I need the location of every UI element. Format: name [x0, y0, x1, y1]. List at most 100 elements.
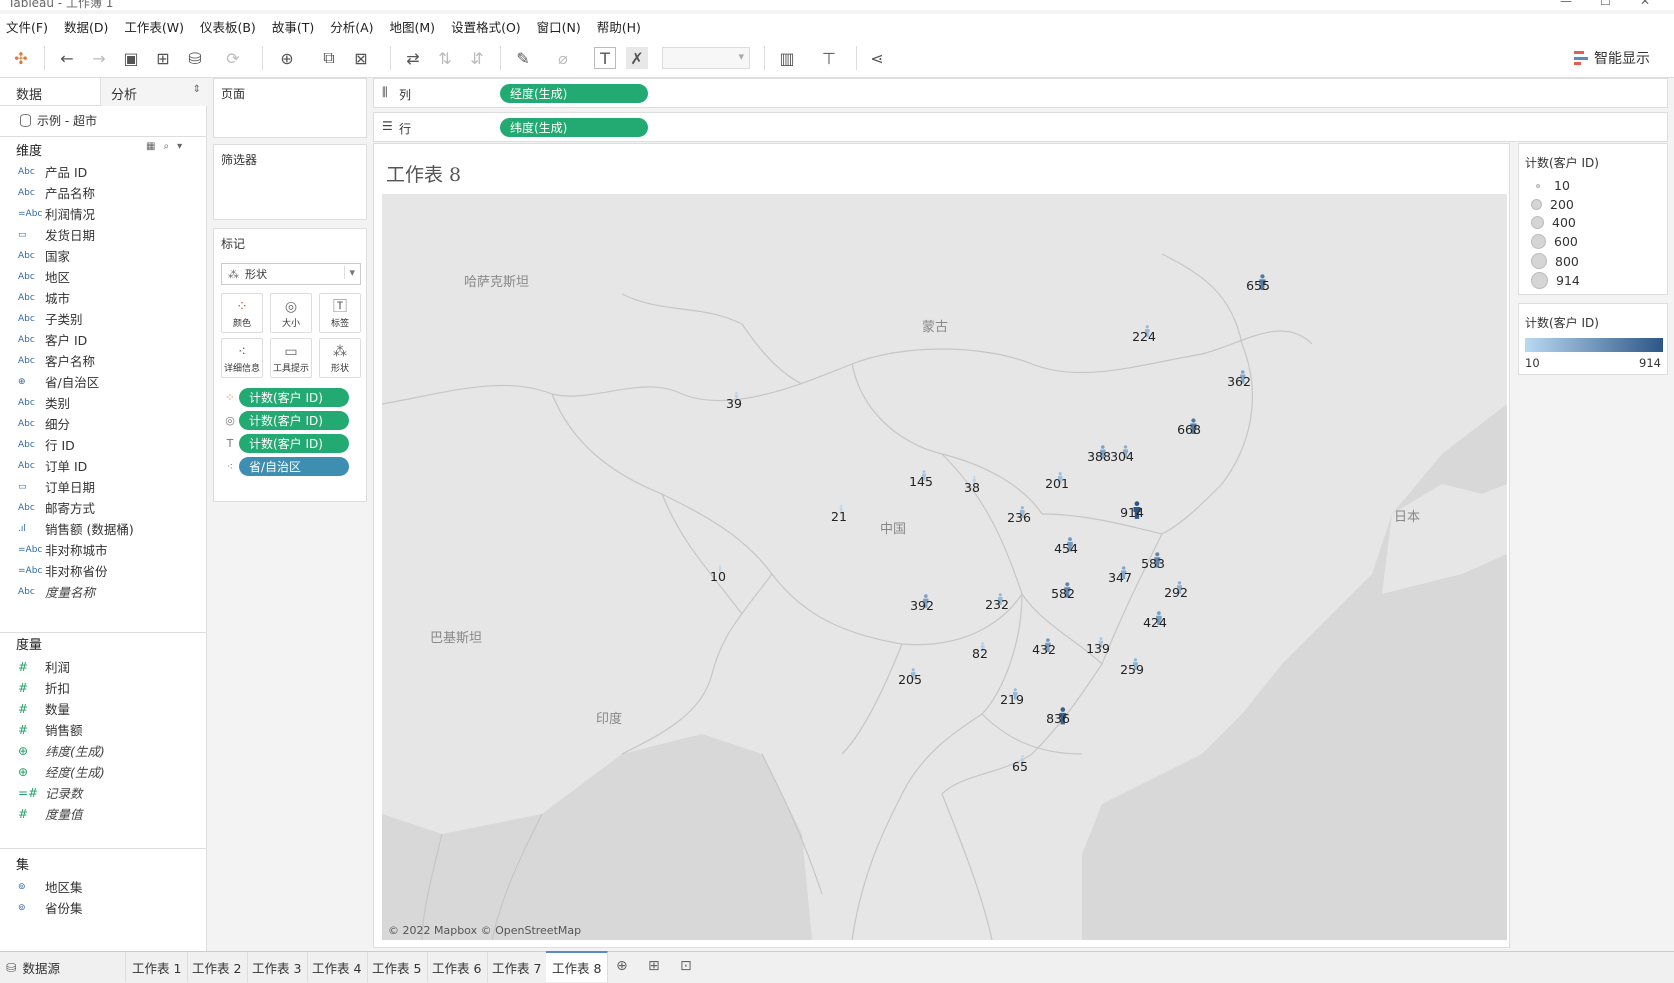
tab-analysis[interactable]: 分析: [111, 84, 137, 103]
new-story-icon[interactable]: ⊡: [680, 958, 692, 974]
tooltip-button[interactable]: ▭ 工具提示: [270, 338, 312, 378]
field-item[interactable]: Abc 城市: [0, 287, 207, 308]
sheet-tab[interactable]: 工作表 7: [486, 952, 549, 982]
field-item[interactable]: # 数量: [0, 698, 207, 719]
field-item[interactable]: # 折扣: [0, 677, 207, 698]
minimize-icon[interactable]: —: [1560, 0, 1572, 8]
datasource-item[interactable]: 示例 - 超市: [20, 112, 97, 129]
mark-pill-color[interactable]: ⁘ 计数(客户 ID): [221, 387, 349, 407]
field-item[interactable]: # 度量值: [0, 803, 207, 824]
columns-shelf[interactable]: ⫼ 列 经度(生成): [373, 78, 1668, 108]
field-item[interactable]: Abc 邮寄方式: [0, 497, 207, 518]
field-item[interactable]: # 利润: [0, 656, 207, 677]
field-item[interactable]: Abc 类别: [0, 392, 207, 413]
mark-pill-size[interactable]: ◎ 计数(客户 ID): [221, 410, 349, 430]
field-item[interactable]: Abc 产品名称: [0, 182, 207, 203]
label-button[interactable]: 🅃 标签: [319, 293, 361, 333]
map-view[interactable]: 哈萨克斯坦 蒙古 中国 巴基斯坦 印度 日本 655 224 362 668 388 30…: [382, 194, 1507, 940]
rows-shelf[interactable]: ☰ 行 纬度(生成): [373, 112, 1668, 142]
clear-sheet-icon[interactable]: ⊠: [350, 47, 372, 69]
menu-file[interactable]: 文件(F): [6, 17, 48, 36]
fix-axes-icon[interactable]: ✗: [626, 47, 648, 69]
new-datasource-icon[interactable]: ⊞: [152, 47, 174, 69]
field-item[interactable]: Abc 国家: [0, 245, 207, 266]
mark-pill-detail[interactable]: ⁖ 省/自治区: [221, 456, 349, 476]
menu-format[interactable]: 设置格式(O): [451, 17, 521, 36]
field-item[interactable]: ⊕ 省/自治区: [0, 371, 207, 392]
field-item[interactable]: ⊕ 经度(生成): [0, 761, 207, 782]
size-legend[interactable]: 计数(客户 ID) 10 200 400 600 800 914: [1518, 143, 1668, 295]
rows-pill[interactable]: 纬度(生成): [500, 118, 648, 137]
maximize-icon[interactable]: ☐: [1600, 0, 1611, 8]
mark-pill-label[interactable]: T 计数(客户 ID): [221, 433, 349, 453]
share-icon[interactable]: ⋖: [866, 47, 888, 69]
field-item[interactable]: ⊕ 纬度(生成): [0, 740, 207, 761]
list-view-icon[interactable]: ▦: [146, 141, 155, 152]
sheet-title[interactable]: 工作表 8: [386, 160, 461, 187]
field-item[interactable]: =# 记录数: [0, 782, 207, 803]
fit-select[interactable]: [662, 47, 750, 69]
chevron-down-icon[interactable]: ▾: [177, 141, 182, 152]
sheet-tab[interactable]: 工作表 8: [546, 951, 609, 982]
field-item[interactable]: ▭ 订单日期: [0, 476, 207, 497]
field-item[interactable]: =Abc 非对称城市: [0, 539, 207, 560]
tableau-logo-icon[interactable]: ✣: [10, 47, 32, 69]
field-item[interactable]: Abc 细分: [0, 413, 207, 434]
menu-dashboard[interactable]: 仪表板(B): [200, 17, 256, 36]
pages-card[interactable]: 页面: [213, 78, 367, 138]
sheet-tab[interactable]: 工作表 5: [366, 952, 429, 982]
new-worksheet-icon[interactable]: ⊕: [276, 47, 298, 69]
menu-worksheet[interactable]: 工作表(W): [124, 17, 184, 36]
search-icon[interactable]: ⌕: [163, 141, 169, 152]
swap-rows-columns-icon[interactable]: ⇄: [402, 47, 424, 69]
columns-pill[interactable]: 经度(生成): [500, 84, 648, 103]
filters-card[interactable]: 筛选器: [213, 144, 367, 220]
marks-type-select[interactable]: ⁂ 形状: [221, 263, 361, 285]
field-item[interactable]: Abc 订单 ID: [0, 455, 207, 476]
field-item[interactable]: ▭ 发货日期: [0, 224, 207, 245]
new-worksheet-icon[interactable]: ⊕: [616, 958, 628, 974]
new-dashboard-icon[interactable]: ⊞: [648, 958, 660, 974]
duplicate-sheet-icon[interactable]: ⧉: [318, 47, 340, 69]
field-item[interactable]: Abc 子类别: [0, 308, 207, 329]
menu-analysis[interactable]: 分析(A): [330, 17, 373, 36]
detail-button[interactable]: ⁖ 详细信息: [221, 338, 263, 378]
close-icon[interactable]: ✕: [1640, 0, 1650, 8]
save-icon[interactable]: ▣: [120, 47, 142, 69]
menu-map[interactable]: 地图(M): [390, 17, 436, 36]
sheet-tab[interactable]: 工作表 6: [426, 952, 489, 982]
smart-show-button[interactable]: 智能显示: [1574, 48, 1650, 68]
field-item[interactable]: .ıl 销售额 (数据桶): [0, 518, 207, 539]
field-item[interactable]: Abc 度量名称: [0, 581, 207, 602]
field-item[interactable]: Abc 客户 ID: [0, 329, 207, 350]
shape-button[interactable]: ⁂ 形状: [319, 338, 361, 378]
view-cards-icon[interactable]: ▥: [776, 47, 798, 69]
sheet-tab[interactable]: 工作表 3: [246, 952, 309, 982]
field-item[interactable]: =Abc 利润情况: [0, 203, 207, 224]
sort-descending-icon[interactable]: ⇵: [466, 47, 488, 69]
field-item[interactable]: Abc 行 ID: [0, 434, 207, 455]
redo-icon[interactable]: →: [88, 47, 110, 69]
size-button[interactable]: ◎ 大小: [270, 293, 312, 333]
sheet-tab[interactable]: 工作表 4: [306, 952, 369, 982]
refresh-icon[interactable]: ⟳: [222, 47, 244, 69]
field-item[interactable]: Abc 地区: [0, 266, 207, 287]
sheet-tab[interactable]: 工作表 1: [126, 952, 189, 982]
field-item[interactable]: Abc 产品 ID: [0, 161, 207, 182]
presentation-mode-icon[interactable]: ⊤: [818, 47, 840, 69]
menu-story[interactable]: 故事(T): [272, 17, 314, 36]
pause-updates-icon[interactable]: ⛁: [184, 47, 206, 69]
tab-data[interactable]: 数据: [16, 84, 42, 103]
show-labels-icon[interactable]: T: [594, 47, 616, 69]
field-item[interactable]: ⊚ 地区集: [0, 876, 207, 897]
color-legend[interactable]: 计数(客户 ID) 10 914: [1518, 303, 1668, 375]
field-item[interactable]: =Abc 非对称省份: [0, 560, 207, 581]
menu-window[interactable]: 窗口(N): [537, 17, 581, 36]
field-item[interactable]: # 销售额: [0, 719, 207, 740]
group-members-icon[interactable]: ⌀: [552, 47, 574, 69]
color-button[interactable]: ⁘ 颜色: [221, 293, 263, 333]
highlight-icon[interactable]: ✎: [512, 47, 534, 69]
field-item[interactable]: Abc 客户名称: [0, 350, 207, 371]
menu-help[interactable]: 帮助(H): [597, 17, 641, 36]
sort-ascending-icon[interactable]: ⇅: [434, 47, 456, 69]
